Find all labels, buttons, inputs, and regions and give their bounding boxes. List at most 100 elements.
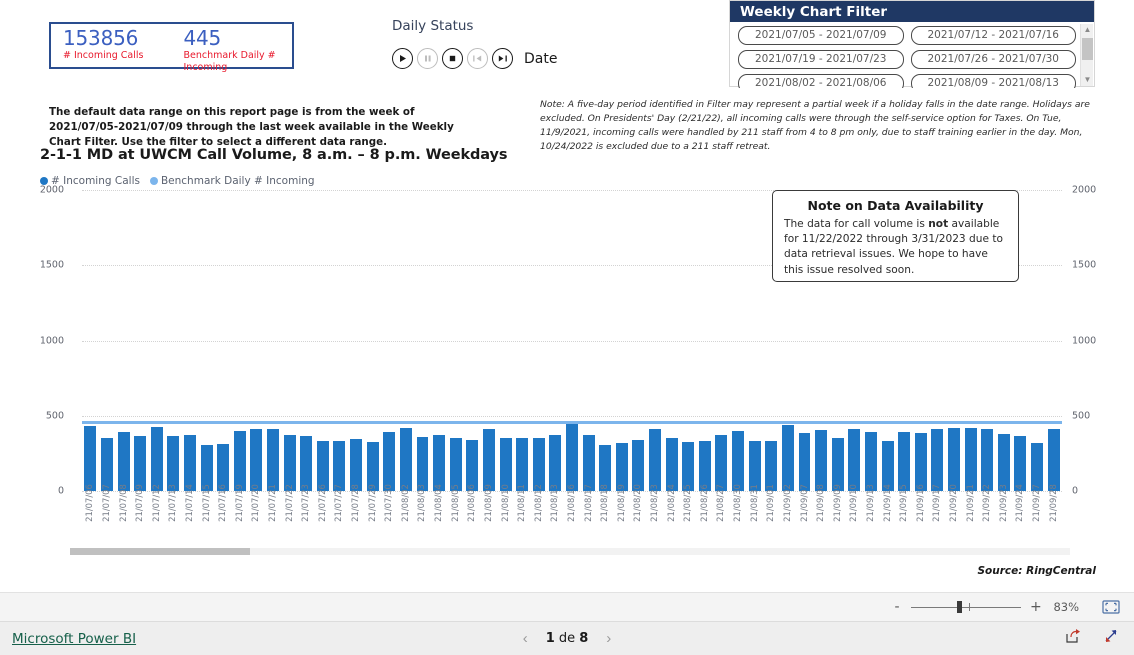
previous-page-icon[interactable]: ‹ (523, 631, 528, 646)
bar-slot[interactable] (663, 190, 680, 491)
fullscreen-button[interactable] (1103, 628, 1120, 649)
chart-bar[interactable] (516, 438, 529, 491)
bar-slot[interactable] (132, 190, 149, 491)
chart-bar[interactable] (300, 436, 313, 491)
chart-horizontal-scrollbar[interactable] (70, 548, 1070, 555)
bar-slot[interactable] (680, 190, 697, 491)
next-page-icon[interactable]: › (606, 631, 611, 646)
bar-slot[interactable] (580, 190, 597, 491)
bar-slot[interactable] (231, 190, 248, 491)
bar-slot[interactable] (1045, 190, 1062, 491)
chart-bar[interactable] (167, 436, 180, 491)
bar-slot[interactable] (182, 190, 199, 491)
scroll-down-icon[interactable]: ▼ (1081, 74, 1094, 86)
chart-bar[interactable] (781, 424, 794, 491)
pause-button[interactable] (417, 48, 438, 69)
chart-bar[interactable] (183, 435, 196, 491)
bar-slot[interactable] (447, 190, 464, 491)
bar-slot[interactable] (348, 190, 365, 491)
chart-bar[interactable] (848, 429, 861, 491)
scroll-up-icon[interactable]: ▲ (1081, 24, 1094, 36)
chart-bar[interactable] (416, 436, 429, 491)
bar-slot[interactable] (481, 190, 498, 491)
chart-bar[interactable] (964, 427, 977, 491)
bar-slot[interactable] (497, 190, 514, 491)
legend-item-benchmark[interactable]: Benchmark Daily # Incoming (149, 175, 315, 187)
chart-bar[interactable] (532, 437, 545, 491)
chart-bar[interactable] (399, 427, 412, 491)
bar-slot[interactable] (697, 190, 714, 491)
bar-slot[interactable] (530, 190, 547, 491)
chart-bar[interactable] (815, 430, 828, 491)
bar-slot[interactable] (514, 190, 531, 491)
filter-option[interactable]: 2021/07/05 - 2021/07/09 (738, 26, 904, 45)
bar-slot[interactable] (281, 190, 298, 491)
bar-slot[interactable] (315, 190, 332, 491)
bar-slot[interactable] (647, 190, 664, 491)
bar-slot[interactable] (248, 190, 265, 491)
chart-bar[interactable] (233, 430, 246, 491)
bar-slot[interactable] (431, 190, 448, 491)
filter-option[interactable]: 2021/08/02 - 2021/08/06 (738, 74, 904, 88)
kpi-cell-incoming-calls[interactable]: 153856 # Incoming Calls (51, 24, 172, 67)
bar-slot[interactable] (564, 190, 581, 491)
chart-bar[interactable] (283, 434, 296, 491)
chart-bar[interactable] (117, 432, 130, 491)
chart-bar[interactable] (997, 433, 1010, 491)
chart-bar[interactable] (948, 427, 960, 491)
play-button[interactable] (392, 48, 413, 69)
chart-bar[interactable] (1047, 428, 1060, 491)
bar-slot[interactable] (198, 190, 215, 491)
bar-slot[interactable] (614, 190, 631, 491)
chart-bar[interactable] (150, 427, 163, 491)
bar-slot[interactable] (265, 190, 282, 491)
bar-slot[interactable] (148, 190, 165, 491)
bar-slot[interactable] (730, 190, 747, 491)
bar-slot[interactable] (99, 190, 116, 491)
filter-scrollbar[interactable]: ▲ ▼ (1080, 24, 1093, 86)
chart-bar[interactable] (499, 437, 512, 491)
fit-to-page-button[interactable] (1102, 600, 1120, 614)
bar-slot[interactable] (464, 190, 481, 491)
bar-slot[interactable] (1029, 190, 1046, 491)
chart-bar[interactable] (100, 437, 113, 491)
bar-slot[interactable] (630, 190, 647, 491)
chart-bar[interactable] (864, 432, 877, 491)
filter-option[interactable]: 2021/08/09 - 2021/08/13 (910, 74, 1076, 88)
bar-slot[interactable] (331, 190, 348, 491)
bar-slot[interactable] (215, 190, 232, 491)
chart-bar[interactable] (84, 426, 97, 491)
chart-bar[interactable] (566, 424, 578, 491)
chart-bar[interactable] (267, 429, 279, 491)
chart-bar[interactable] (482, 428, 495, 491)
chart-bar[interactable] (1014, 436, 1027, 491)
share-button[interactable] (1064, 628, 1081, 649)
chart-bar[interactable] (831, 437, 844, 491)
zoom-out-button[interactable]: - (892, 600, 902, 614)
chart-bar[interactable] (931, 428, 944, 491)
stop-button[interactable] (442, 48, 463, 69)
chart-bar[interactable] (433, 434, 446, 491)
chart-bar[interactable] (449, 437, 462, 491)
bar-slot[interactable] (298, 190, 315, 491)
zoom-slider[interactable] (911, 601, 1021, 613)
filter-option[interactable]: 2021/07/19 - 2021/07/23 (738, 50, 904, 69)
next-button[interactable] (492, 48, 513, 69)
zoom-in-button[interactable]: + (1030, 600, 1042, 614)
chart-bar[interactable] (134, 436, 147, 491)
chart-horizontal-scrollbar-thumb[interactable] (70, 548, 250, 555)
bar-slot[interactable] (547, 190, 564, 491)
filter-option[interactable]: 2021/07/26 - 2021/07/30 (910, 50, 1076, 69)
bar-slot[interactable] (597, 190, 614, 491)
bar-slot[interactable] (165, 190, 182, 491)
bar-slot[interactable] (115, 190, 132, 491)
filter-scrollbar-thumb[interactable] (1082, 38, 1093, 60)
bar-slot[interactable] (381, 190, 398, 491)
chart-bar[interactable] (732, 430, 745, 491)
zoom-slider-thumb[interactable] (957, 601, 962, 613)
bar-slot[interactable] (364, 190, 381, 491)
chart-bar[interactable] (582, 434, 595, 491)
bar-slot[interactable] (82, 190, 99, 491)
chart-bar[interactable] (250, 429, 263, 491)
previous-button[interactable] (467, 48, 488, 69)
